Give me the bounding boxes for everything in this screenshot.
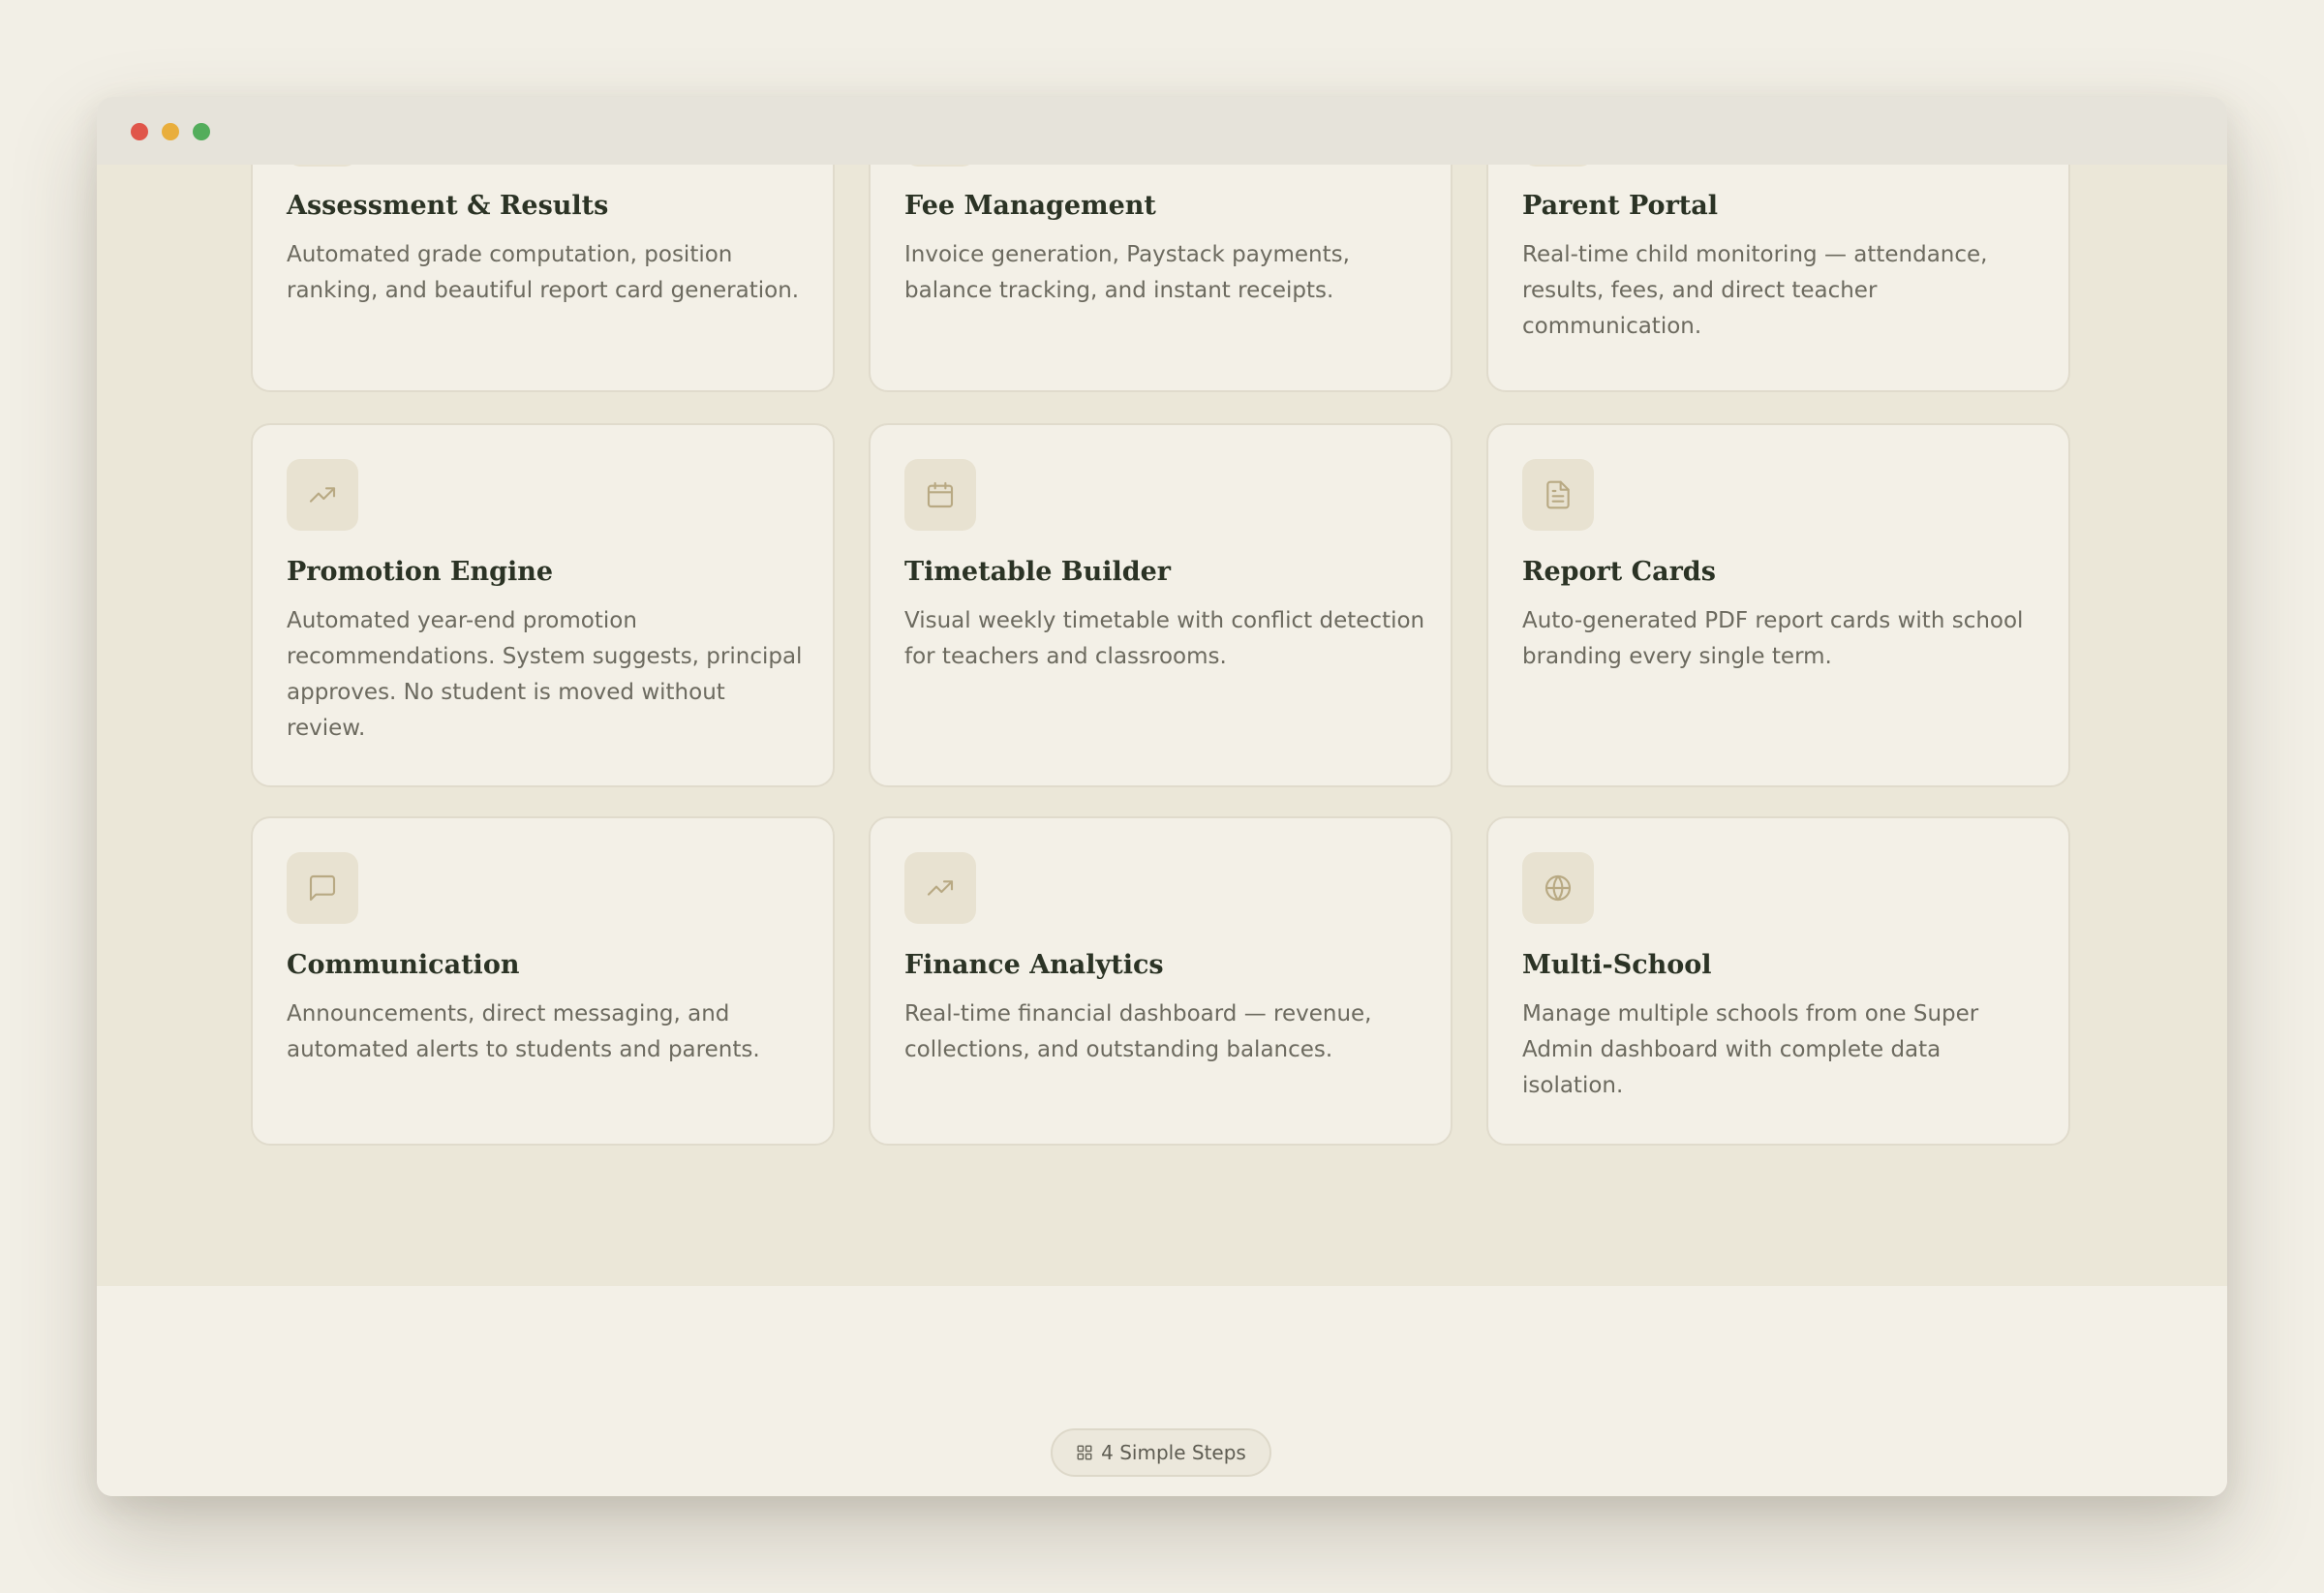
- feature-card-communication: Communication Announcements, direct mess…: [251, 816, 835, 1146]
- feature-icon-box: [1522, 852, 1594, 924]
- feature-title: Multi-School: [1522, 950, 1712, 980]
- feature-title: Promotion Engine: [287, 557, 554, 587]
- feature-title: Finance Analytics: [904, 950, 1164, 980]
- feature-card-promotion-engine: Promotion Engine Automated year-end prom…: [251, 423, 835, 787]
- feature-icon-box: [1522, 459, 1594, 531]
- feature-title: Fee Management: [904, 191, 1156, 221]
- feature-card-report-cards: Report Cards Auto-generated PDF report c…: [1486, 423, 2070, 787]
- feature-title: Parent Portal: [1522, 191, 1719, 221]
- trending-up-icon: [309, 487, 336, 503]
- feature-description: Real-time financial dashboard — revenue,…: [904, 1001, 1372, 1062]
- feature-card-parent-portal: Parent Portal Real-time child monitoring…: [1486, 118, 2070, 392]
- feature-icon-box: [287, 459, 358, 531]
- feature-card-multi-school: Multi-School Manage multiple schools fro…: [1486, 816, 2070, 1146]
- steps-badge-label: 4 Simple Steps: [1101, 1441, 1246, 1464]
- feature-title: Timetable Builder: [904, 557, 1172, 587]
- trending-up-icon: [927, 880, 954, 896]
- feature-description: Invoice generation, Paystack payments, b…: [904, 242, 1350, 303]
- window-titlebar: [97, 97, 2227, 165]
- feature-icon-box: [287, 852, 358, 924]
- feature-description: Manage multiple schools from one Super A…: [1522, 1001, 1979, 1098]
- feature-card-timetable-builder: Timetable Builder Visual weekly timetabl…: [869, 423, 1452, 787]
- file-text-icon: [1546, 480, 1570, 509]
- feature-title: Communication: [287, 950, 520, 980]
- feature-description: Automated grade computation, position ra…: [287, 242, 800, 303]
- feature-card-fee-management: Fee Management Invoice generation, Payst…: [869, 118, 1452, 392]
- feature-card-assessment: Assessment & Results Automated grade com…: [251, 118, 835, 392]
- globe-icon: [1544, 874, 1572, 902]
- feature-card-finance-analytics: Finance Analytics Real-time financial da…: [869, 816, 1452, 1146]
- feature-description: Visual weekly timetable with conflict de…: [904, 608, 1425, 669]
- close-window-button[interactable]: [131, 123, 148, 140]
- steps-badge: 4 Simple Steps: [1051, 1428, 1271, 1477]
- feature-description: Automated year-end promotion recommendat…: [287, 608, 803, 741]
- feature-description: Announcements, direct messaging, and aut…: [287, 1001, 760, 1062]
- feature-title: Report Cards: [1522, 557, 1716, 587]
- message-square-icon: [309, 874, 336, 902]
- feature-description: Auto-generated PDF report cards with sch…: [1522, 608, 2024, 669]
- feature-description: Real-time child monitoring — attendance,…: [1522, 242, 1988, 339]
- grid-icon: [1077, 1445, 1092, 1460]
- calendar-icon: [927, 481, 954, 508]
- minimize-window-button[interactable]: [162, 123, 179, 140]
- features-section: Assessment & Results Automated grade com…: [97, 118, 2227, 1286]
- feature-icon-box: [904, 852, 976, 924]
- feature-title: Assessment & Results: [287, 191, 609, 221]
- maximize-window-button[interactable]: [193, 123, 210, 140]
- feature-icon-box: [904, 459, 976, 531]
- browser-window: Assessment & Results Automated grade com…: [97, 97, 2227, 1496]
